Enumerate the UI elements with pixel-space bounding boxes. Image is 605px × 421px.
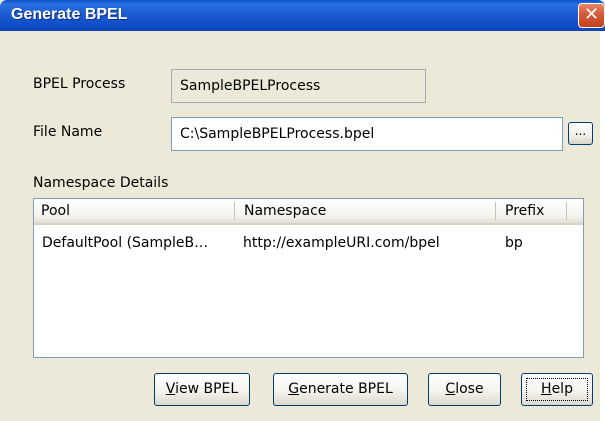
browse-button[interactable]: ... [568,122,593,145]
generate-bpel-button[interactable]: Generate BPEL [273,373,408,406]
generate-mnemonic: G [288,381,300,397]
generate-bpel-dialog: Generate BPEL ✕ BPEL Process SampleBPELP… [0,0,605,421]
bpel-process-label: BPEL Process [33,76,126,92]
column-header-prefix[interactable]: Prefix [498,199,566,223]
column-divider[interactable] [495,202,496,220]
row-prefix-cell: bp [505,235,523,251]
file-name-input[interactable]: C:\SampleBPELProcess.bpel [171,117,563,151]
view-mnemonic: V [165,381,176,397]
dialog-title: Generate BPEL [11,6,128,23]
view-label-rest: iew BPEL [175,381,239,397]
close-mnemonic: C [445,381,456,397]
column-divider[interactable] [234,202,235,220]
view-bpel-button[interactable]: View BPEL [154,373,250,406]
bpel-process-field: SampleBPELProcess [171,69,426,103]
row-namespace-cell: http://exampleURI.com/bpel [243,235,440,251]
close-label-rest: lose [455,381,484,397]
generate-label-rest: enerate BPEL [299,381,393,397]
namespace-table[interactable]: Pool Namespace Prefix DefaultPool (Sampl… [33,198,584,358]
row-pool-cell: DefaultPool (SampleB… [42,235,209,251]
table-header: Pool Namespace Prefix [34,199,583,225]
help-label-rest: elp [551,381,573,397]
namespace-details-label: Namespace Details [33,175,169,191]
title-bar[interactable]: Generate BPEL ✕ [0,0,605,31]
help-button[interactable]: Help [521,373,593,406]
column-header-pool[interactable]: Pool [34,199,234,223]
column-divider[interactable] [566,202,567,220]
close-icon[interactable]: ✕ [578,3,605,28]
close-button[interactable]: Close [428,373,501,406]
file-name-label: File Name [33,124,103,140]
column-header-namespace[interactable]: Namespace [237,199,495,223]
help-mnemonic: H [541,381,552,397]
